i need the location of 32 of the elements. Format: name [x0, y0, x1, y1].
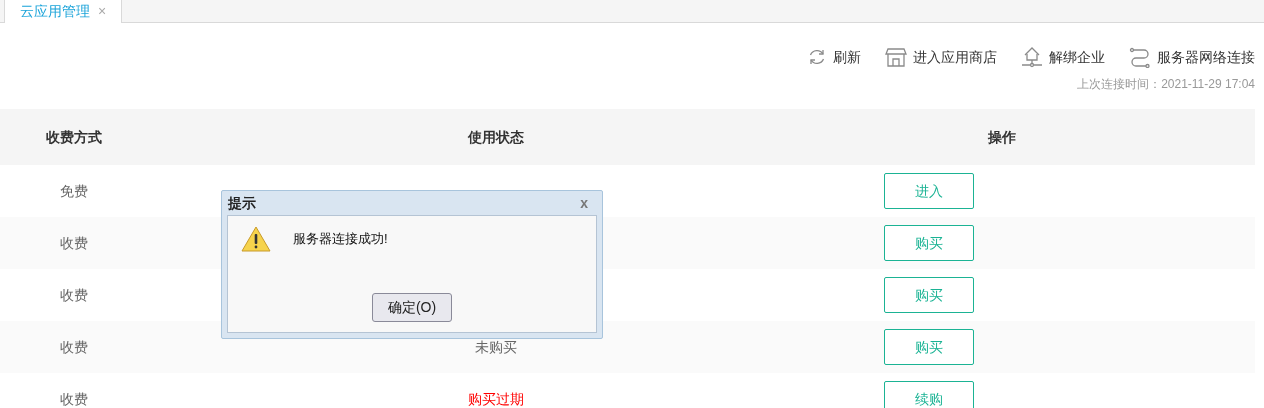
- dialog-title: 提示: [228, 193, 256, 213]
- status-text: 未购买: [475, 338, 517, 355]
- toolbar-button[interactable]: 进入应用商店: [885, 46, 997, 68]
- action-button[interactable]: 进入: [884, 173, 974, 209]
- close-icon[interactable]: ×: [98, 1, 107, 22]
- connection-icon: [1129, 46, 1151, 68]
- tab-label: 云应用管理: [20, 2, 90, 21]
- column-header: 操作: [988, 128, 1016, 145]
- column-header: 收费方式: [45, 128, 102, 145]
- action-button[interactable]: 购买: [884, 225, 974, 261]
- dialog-message: 服务器连接成功!: [293, 230, 388, 249]
- refresh-icon: [807, 47, 827, 67]
- table-cell: 收费: [59, 338, 88, 355]
- action-button[interactable]: 购买: [884, 329, 974, 365]
- action-button[interactable]: 购买: [884, 277, 974, 313]
- toolbar-button[interactable]: 解绑企业: [1021, 46, 1105, 68]
- house-network-icon: [1021, 46, 1043, 68]
- last-connected-time: 上次连接时间：2021-11-29 17:04: [1077, 76, 1255, 93]
- column-header: 使用状态: [468, 128, 524, 145]
- table-cell: 收费: [59, 234, 88, 251]
- table-cell: 免费: [59, 182, 88, 199]
- toolbar-button[interactable]: 刷新: [807, 46, 861, 68]
- ok-button[interactable]: 确定(O): [372, 293, 452, 322]
- table-cell: 收费: [59, 286, 88, 303]
- table-cell: 收费: [59, 390, 88, 407]
- store-icon: [885, 46, 907, 68]
- close-icon[interactable]: x: [580, 192, 588, 214]
- toolbar-button[interactable]: 服务器网络连接: [1129, 46, 1255, 68]
- warning-icon: [241, 226, 271, 252]
- status-text: 购买过期: [468, 390, 524, 407]
- tab[interactable]: 云应用管理 ×: [4, 0, 123, 23]
- action-button[interactable]: 续购: [884, 381, 974, 408]
